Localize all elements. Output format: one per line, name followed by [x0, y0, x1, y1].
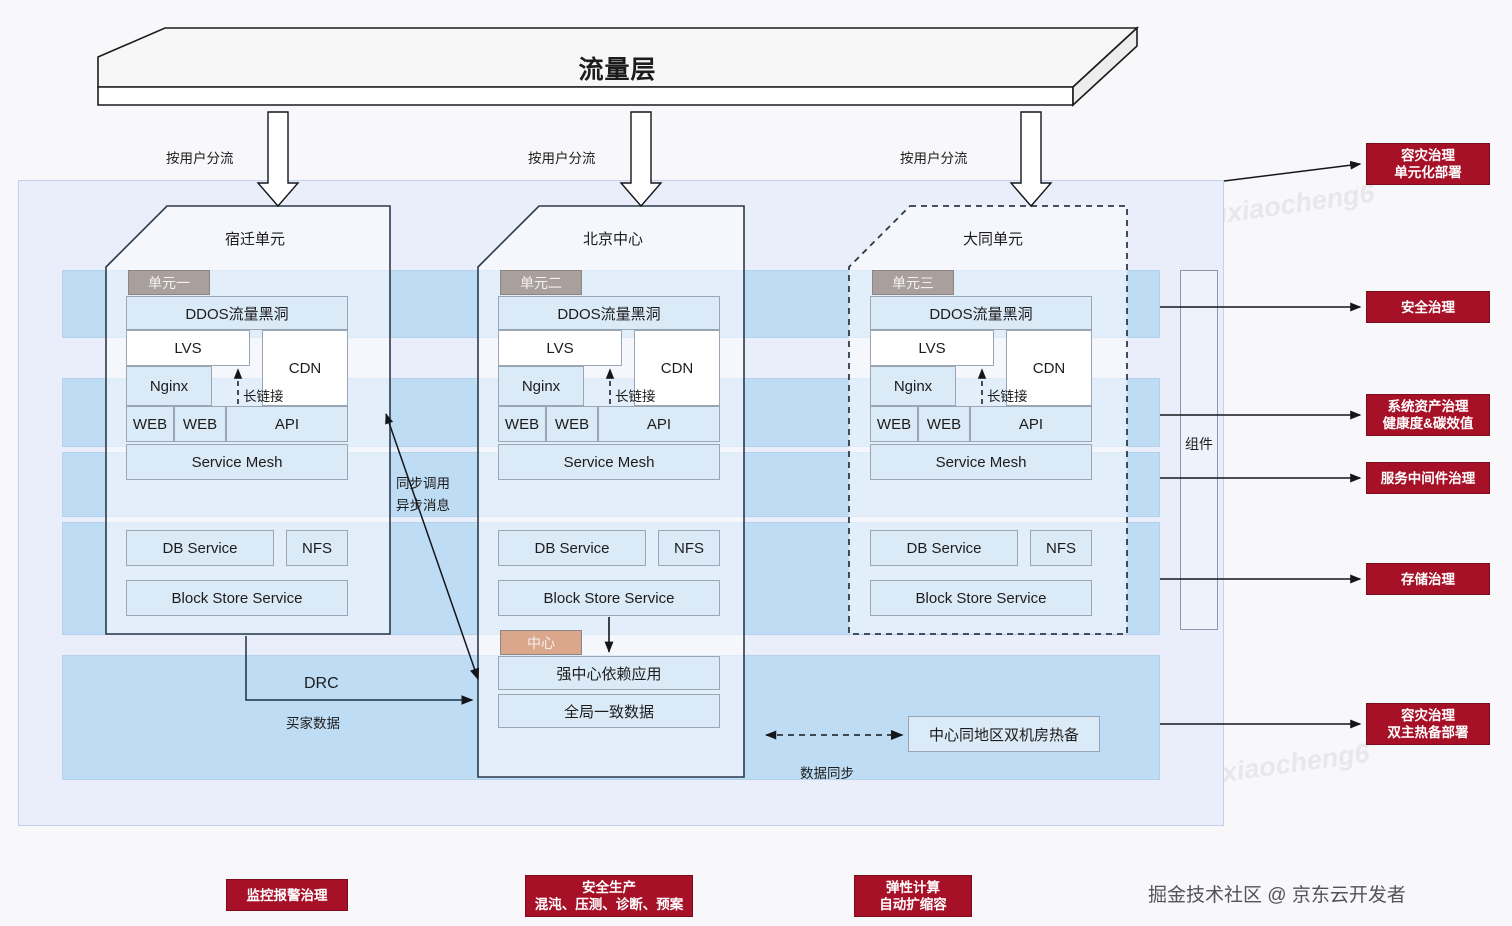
- lvs-box-3: LVS: [870, 330, 994, 366]
- mesh-box-3: Service Mesh: [870, 444, 1092, 480]
- label-line1: 服务中间件治理: [1380, 470, 1476, 486]
- hot-standby-box: 中心同地区双机房热备: [908, 716, 1100, 752]
- block-box-1: Block Store Service: [126, 580, 348, 616]
- label-line1: 存储治理: [1401, 571, 1455, 587]
- label-line1: 容灾治理: [1401, 708, 1455, 723]
- api-box-3: API: [970, 406, 1092, 442]
- nfs-box-1: NFS: [286, 530, 348, 566]
- drc-label: DRC: [304, 675, 339, 692]
- nginx-box-3: Nginx: [870, 366, 956, 406]
- bottom-label-monitoring[interactable]: 监控报警治理: [226, 879, 348, 911]
- mesh-box-2: Service Mesh: [498, 444, 720, 480]
- label-line1: 安全生产: [582, 880, 636, 895]
- center-tag: 中心: [500, 630, 582, 655]
- buyer-data-label: 买家数据: [286, 716, 340, 731]
- label-line1: 监控报警治理: [246, 887, 328, 903]
- async-msg-label: 异步消息: [396, 498, 450, 513]
- web-box-1b: WEB: [174, 406, 226, 442]
- unit-tag-1: 单元一: [128, 270, 210, 295]
- label-line2: 健康度&碳效值: [1382, 416, 1474, 431]
- label-line2: 双主热备部署: [1387, 725, 1469, 740]
- connector-dr-unit: [1223, 160, 1362, 182]
- split-label-3: 按用户分流: [900, 151, 968, 166]
- sync-call-label: 同步调用: [396, 476, 450, 491]
- lvs-box-2: LVS: [498, 330, 622, 366]
- api-box-1: API: [226, 406, 348, 442]
- db-box-3: DB Service: [870, 530, 1018, 566]
- split-label-1: 按用户分流: [166, 151, 234, 166]
- web-box-2a: WEB: [498, 406, 546, 442]
- footer-credit: 掘金技术社区 @ 京东云开发者: [1148, 884, 1406, 906]
- db-box-1: DB Service: [126, 530, 274, 566]
- ddos-box-3: DDOS流量黑洞: [870, 296, 1092, 330]
- right-label-storage[interactable]: 存储治理: [1366, 563, 1490, 595]
- split-label-2: 按用户分流: [528, 151, 596, 166]
- web-box-2b: WEB: [546, 406, 598, 442]
- traffic-layer-title: 流量层: [578, 56, 657, 84]
- block-box-3: Block Store Service: [870, 580, 1092, 616]
- db-box-2: DB Service: [498, 530, 646, 566]
- right-label-security[interactable]: 安全治理: [1366, 291, 1490, 323]
- long-link-label-3: 长链接: [987, 389, 1028, 404]
- web-box-1a: WEB: [126, 406, 174, 442]
- label-line2: 单元化部署: [1394, 165, 1462, 180]
- center-app-box: 强中心依赖应用: [498, 656, 720, 690]
- unit-title: 大同单元: [962, 230, 1023, 248]
- bottom-label-safe-production[interactable]: 安全生产 混沌、压测、诊断、预案: [525, 875, 693, 917]
- center-data-box: 全局一致数据: [498, 694, 720, 728]
- mesh-box-1: Service Mesh: [126, 444, 348, 480]
- web-box-3a: WEB: [870, 406, 918, 442]
- ddos-box-1: DDOS流量黑洞: [126, 296, 348, 330]
- web-box-3b: WEB: [918, 406, 970, 442]
- ddos-box-2: DDOS流量黑洞: [498, 296, 720, 330]
- lvs-box-1: LVS: [126, 330, 250, 366]
- nginx-box-1: Nginx: [126, 366, 212, 406]
- component-column-label: 组件: [1185, 436, 1213, 452]
- unit-title: 北京中心: [582, 230, 643, 248]
- label-line1: 系统资产治理: [1387, 399, 1469, 414]
- label-line2: 自动扩缩容: [879, 897, 947, 912]
- data-sync-label: 数据同步: [800, 766, 854, 781]
- right-label-dr-dual[interactable]: 容灾治理 双主热备部署: [1366, 703, 1490, 745]
- unit-tag-3: 单元三: [872, 270, 954, 295]
- long-link-label-1: 长链接: [243, 389, 284, 404]
- label-line2: 混沌、压测、诊断、预案: [534, 897, 684, 912]
- nfs-box-2: NFS: [658, 530, 720, 566]
- label-line1: 安全治理: [1401, 299, 1455, 315]
- bottom-label-elastic-compute[interactable]: 弹性计算 自动扩缩容: [854, 875, 972, 917]
- long-link-label-2: 长链接: [615, 389, 656, 404]
- label-line1: 弹性计算: [886, 880, 940, 895]
- right-label-dr-unit[interactable]: 容灾治理 单元化部署: [1366, 143, 1490, 185]
- unit-tag-2: 单元二: [500, 270, 582, 295]
- label-line1: 容灾治理: [1401, 148, 1455, 163]
- unit-title: 宿迁单元: [224, 230, 285, 248]
- block-box-2: Block Store Service: [498, 580, 720, 616]
- nfs-box-3: NFS: [1030, 530, 1092, 566]
- nginx-box-2: Nginx: [498, 366, 584, 406]
- right-label-middleware[interactable]: 服务中间件治理: [1366, 462, 1490, 494]
- right-label-asset[interactable]: 系统资产治理 健康度&碳效值: [1366, 394, 1490, 436]
- api-box-2: API: [598, 406, 720, 442]
